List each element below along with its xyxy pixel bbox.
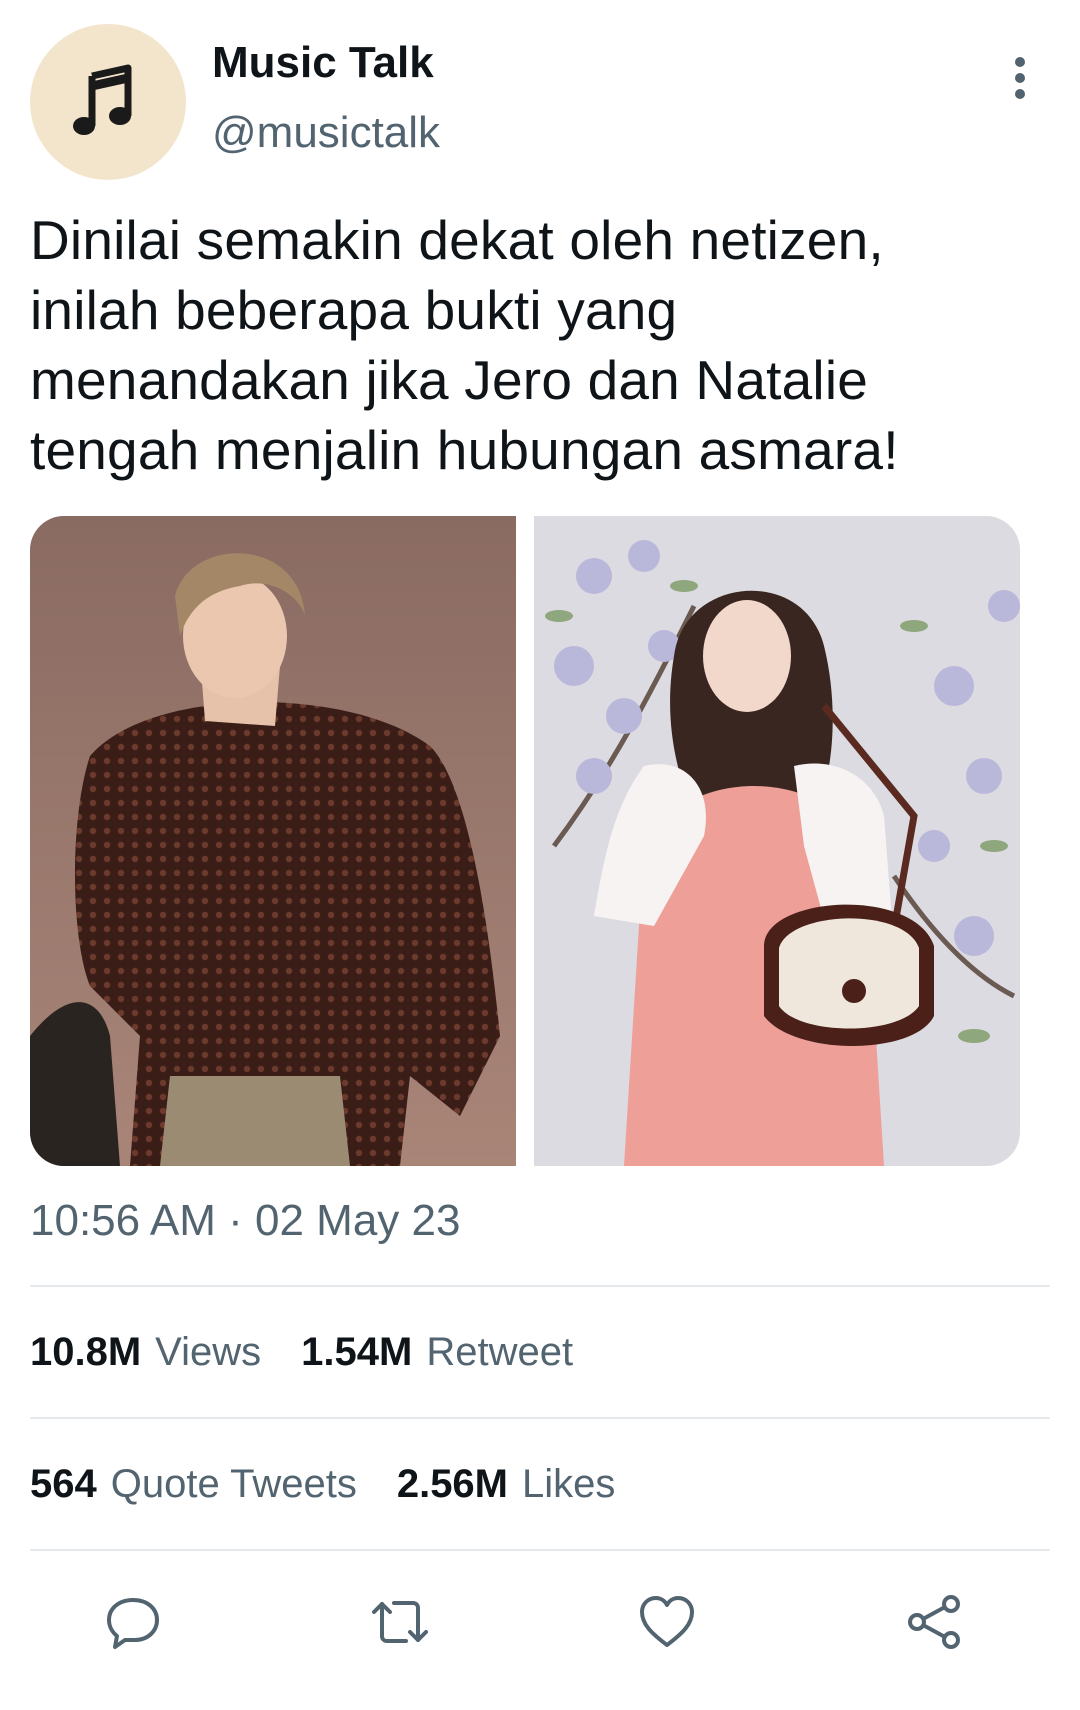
photo-man-in-knit-sweater	[30, 516, 516, 1166]
tweet-text-line: Dinilai semakin dekat oleh netizen,	[30, 209, 884, 271]
tweet-text: Dinilai semakin dekat oleh netizen, inil…	[30, 205, 1050, 485]
retweets-count: 1.54M	[301, 1330, 413, 1374]
reply-icon	[107, 1598, 159, 1649]
photo-left[interactable]	[30, 516, 516, 1166]
retweet-icon	[372, 1601, 428, 1643]
stats-row-1: 10.8M Views 1.54M Retweet	[30, 1330, 573, 1375]
share-button[interactable]	[894, 1582, 974, 1662]
author-handle[interactable]: @musictalk	[212, 108, 440, 158]
tweet-text-line: tengah menjalin hubungan asmara!	[30, 419, 899, 481]
views-stat[interactable]: 10.8M Views	[30, 1330, 261, 1375]
reply-button[interactable]	[93, 1582, 173, 1662]
likes-count: 2.56M	[396, 1462, 508, 1506]
tweet-text-line: menandakan jika Jero dan Natalie	[30, 349, 869, 411]
stats-row-2: 564 Quote Tweets 2.56M Likes	[30, 1462, 615, 1507]
action-bar	[30, 1582, 1050, 1662]
retweet-button[interactable]	[360, 1582, 440, 1662]
views-count: 10.8M	[30, 1330, 142, 1374]
quote-tweets-stat[interactable]: 564 Quote Tweets	[30, 1462, 357, 1507]
like-button[interactable]	[627, 1582, 707, 1662]
more-vertical-icon	[1015, 57, 1025, 99]
divider	[30, 1417, 1050, 1419]
likes-stat[interactable]: 2.56M Likes	[397, 1462, 616, 1507]
views-label: Views	[155, 1330, 262, 1374]
quote-tweets-label: Quote Tweets	[110, 1462, 357, 1506]
avatar[interactable]	[30, 24, 186, 180]
likes-label: Likes	[522, 1462, 616, 1506]
music-note-icon	[73, 64, 132, 135]
divider	[30, 1285, 1050, 1287]
divider	[30, 1549, 1050, 1551]
heart-icon	[640, 1596, 694, 1647]
more-options-button[interactable]	[990, 50, 1050, 106]
tweet-text-line: inilah beberapa bukti yang	[30, 279, 678, 341]
retweets-stat[interactable]: 1.54M Retweet	[301, 1330, 573, 1375]
photo-right[interactable]	[534, 516, 1020, 1166]
tweet-timestamp[interactable]: 10:56 AM · 02 May 23	[30, 1196, 460, 1246]
retweets-label: Retweet	[426, 1330, 574, 1374]
tweet-media	[30, 516, 1020, 1166]
quote-tweets-count: 564	[30, 1462, 97, 1506]
author-display-name[interactable]: Music Talk	[212, 38, 434, 88]
share-icon	[908, 1595, 960, 1649]
photo-woman-with-bag	[534, 516, 1020, 1166]
